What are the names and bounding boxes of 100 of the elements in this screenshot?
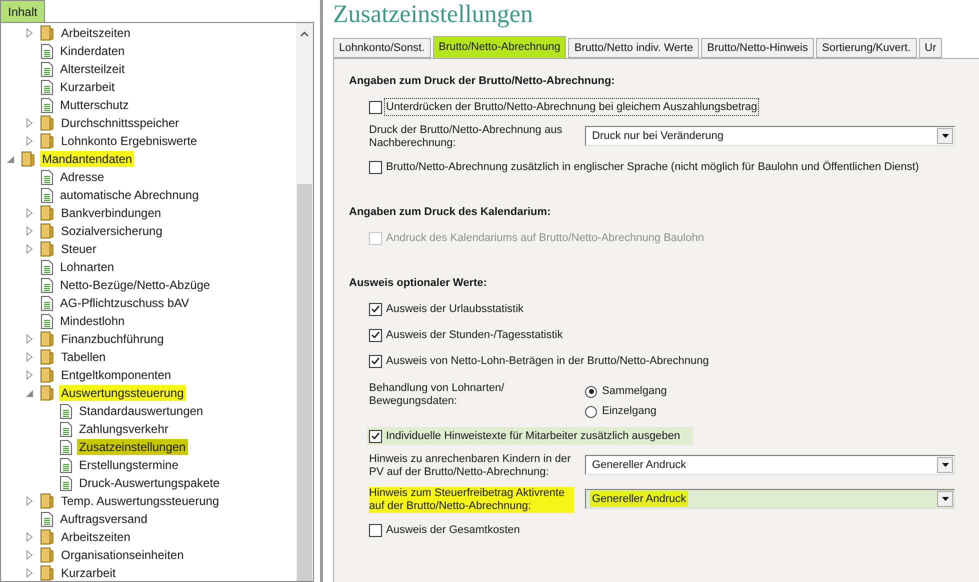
collapsed-triangle-icon[interactable]	[26, 568, 33, 578]
field-label: Hinweis zum Steuerfreibetrag Aktivrente auf der Brutto/Netto-Abrechnung:	[369, 487, 574, 513]
document-icon	[41, 278, 53, 292]
tree-item[interactable]: Zusatzeinstellungen	[77, 439, 188, 455]
tree-item[interactable]: Netto-Bezüge/Netto-Abzüge	[58, 277, 212, 293]
tab[interactable]: Lohnkonto/Sonst.	[333, 38, 431, 58]
tree-item[interactable]: AG-Pflichtzuschuss bAV	[58, 295, 192, 311]
tree-item[interactable]: Arbeitszeiten	[59, 529, 132, 545]
tree-item[interactable]: Altersteilzeit	[58, 61, 127, 77]
check-icon	[371, 331, 380, 339]
collapsed-triangle-icon[interactable]	[26, 370, 33, 380]
tab[interactable]: Brutto/Netto-Abrechnung	[432, 36, 566, 58]
collapsed-triangle-icon[interactable]	[26, 496, 33, 506]
dropdown-arrow-button[interactable]	[937, 128, 953, 144]
dropdown[interactable]: Druck nur bei Veränderung	[585, 126, 955, 146]
radio-label[interactable]: Sammelgang	[602, 383, 667, 400]
tree-item[interactable]: Zahlungsverkehr	[77, 421, 170, 437]
tab[interactable]: Brutto/Netto-Hinweis	[701, 38, 814, 58]
tree-item[interactable]: Standardauswertungen	[77, 403, 206, 419]
tree-item[interactable]: Organisationseinheiten	[59, 547, 186, 563]
check-icon	[371, 305, 380, 313]
collapsed-triangle-icon[interactable]	[26, 532, 33, 542]
tree-item[interactable]: Auswertungssteuerung	[59, 385, 186, 401]
checkbox-label[interactable]: Ausweis der Gesamtkosten	[385, 522, 521, 538]
tree-item[interactable]: Arbeitszeiten	[59, 25, 132, 41]
field-label: Hinweis zu anrechenbaren Kindern in der PV auf der Brutto/Netto-Abrechnung:	[369, 453, 572, 479]
document-icon	[60, 440, 72, 454]
tree-item[interactable]: Kurzarbeit	[58, 79, 117, 95]
tree-item[interactable]: Tabellen	[59, 349, 108, 365]
checkbox-label[interactable]: Unterdrücken der Brutto/Netto-Abrechnung bei gleichem Auszahlungsbetrag	[385, 98, 758, 116]
document-icon	[60, 458, 72, 472]
checkbox-label[interactable]: Ausweis von Netto-Lohn-Beträgen in der Brutto/Netto-Abrechnung	[385, 352, 710, 370]
document-icon	[41, 44, 53, 58]
checkbox[interactable]	[369, 524, 382, 536]
checkbox[interactable]	[369, 430, 382, 442]
dropdown-arrow-button[interactable]	[937, 457, 953, 473]
document-icon	[41, 314, 53, 328]
section-heading: Angaben zum Druck des Kalendarium:	[349, 204, 552, 220]
collapsed-triangle-icon[interactable]	[26, 244, 33, 254]
radio-button[interactable]	[585, 386, 597, 398]
tree-item[interactable]: Finanzbuchführung	[59, 331, 166, 347]
expanded-triangle-icon[interactable]	[6, 154, 15, 164]
dropdown-arrow-button[interactable]	[937, 491, 953, 507]
scrollbar[interactable]	[296, 23, 313, 581]
collapsed-triangle-icon[interactable]	[26, 226, 33, 236]
tree-item[interactable]: Bankverbindungen	[59, 205, 164, 221]
tree-item[interactable]: Druck-Auswertungspakete	[77, 475, 222, 491]
tree-item[interactable]: Erstellungstermine	[77, 457, 180, 473]
tab[interactable]: Sortierung/Kuvert.	[816, 38, 917, 58]
tree-item[interactable]: Lohnarten	[58, 259, 116, 275]
collapsed-triangle-icon[interactable]	[26, 208, 33, 218]
checkbox-label[interactable]: Individuelle Hinweistexte für Mitarbeiter zusätzlich ausgeben	[385, 428, 682, 444]
tab[interactable]: Brutto/Netto indiv. Werte	[568, 38, 700, 58]
radio-label[interactable]: Einzelgang	[602, 403, 656, 420]
tree-item[interactable]: Auftragsversand	[58, 511, 150, 527]
tree-item[interactable]: Mutterschutz	[58, 97, 131, 113]
checkbox[interactable]	[369, 160, 382, 174]
tree-item[interactable]: Mandantendaten	[40, 151, 134, 167]
tree-item[interactable]: Steuer	[59, 241, 98, 257]
collapsed-triangle-icon[interactable]	[26, 28, 33, 38]
folder-icon	[40, 529, 54, 545]
tree-item[interactable]: Durchschnittsspeicher	[59, 115, 182, 131]
expanded-triangle-icon[interactable]	[25, 388, 34, 398]
checkbox-label[interactable]: Brutto/Netto-Abrechnung zusätzlich in englischer Sprache (nicht möglich für Baulohn und Öffentlichen Dienst)	[385, 158, 920, 176]
checkbox[interactable]	[369, 302, 382, 316]
tree-item[interactable]: Mindestlohn	[58, 313, 127, 329]
dropdown[interactable]: Genereller Andruck	[585, 489, 955, 509]
checkbox[interactable]	[369, 354, 382, 368]
collapsed-triangle-icon[interactable]	[26, 136, 33, 146]
caret-icon	[942, 463, 948, 467]
tree-item[interactable]: Sozialversicherung	[59, 223, 164, 239]
tree-item[interactable]: Kinderdaten	[58, 43, 127, 59]
tree-item[interactable]: Kurzarbeit	[59, 565, 118, 581]
collapsed-triangle-icon[interactable]	[26, 550, 33, 560]
document-icon	[60, 422, 72, 436]
tree-item[interactable]: Entgeltkomponenten	[59, 367, 174, 383]
tree-item[interactable]: Temp. Auswertungssteuerung	[59, 493, 222, 509]
radio-button[interactable]	[585, 406, 597, 418]
document-icon	[60, 404, 72, 418]
check-icon	[371, 432, 380, 440]
scroll-up-icon[interactable]	[300, 31, 309, 37]
document-icon	[41, 80, 53, 94]
folder-icon	[40, 223, 54, 239]
tree-item[interactable]: Adresse	[58, 169, 106, 185]
checkbox[interactable]	[369, 100, 382, 114]
panel-tab[interactable]: Inhalt	[0, 0, 46, 22]
dropdown[interactable]: Genereller Andruck	[585, 455, 955, 475]
tree-item[interactable]: Lohnkonto Ergebniswerte	[59, 133, 200, 149]
tab[interactable]: Ur	[918, 38, 942, 58]
checkbox[interactable]	[369, 328, 382, 342]
checkbox-label[interactable]: Ausweis der Stunden-/Tagesstatistik	[385, 326, 564, 344]
document-icon	[41, 98, 53, 112]
checkbox-label[interactable]: Ausweis der Urlaubsstatistik	[385, 300, 525, 318]
collapsed-triangle-icon[interactable]	[26, 352, 33, 362]
tree-item[interactable]: automatische Abrechnung	[58, 187, 201, 203]
collapsed-triangle-icon[interactable]	[26, 118, 33, 128]
folder-icon	[40, 367, 54, 383]
field-label: Behandlung von Lohnarten/ Bewegungsdaten:	[369, 382, 506, 408]
scrollbar-thumb[interactable]	[297, 184, 312, 581]
collapsed-triangle-icon[interactable]	[26, 334, 33, 344]
